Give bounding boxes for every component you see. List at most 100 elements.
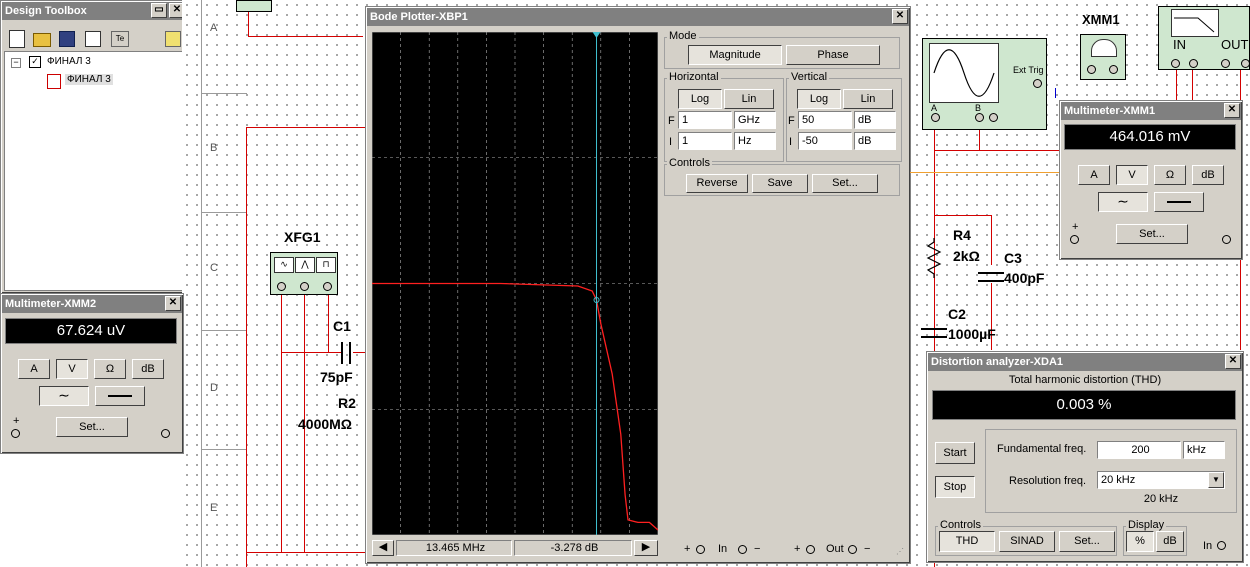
new-file-icon[interactable] — [9, 30, 25, 48]
xmm1-close-button[interactable]: ✕ — [1224, 103, 1240, 118]
horizontal-initial-unit[interactable]: Hz — [734, 132, 776, 150]
cursor-right-button[interactable]: ▶ — [634, 540, 658, 556]
xmm1-minus-terminal[interactable] — [1222, 235, 1231, 244]
xmm1-label: XMM1 — [1082, 12, 1120, 27]
channel-a-label: A — [931, 103, 938, 113]
sine-display-icon — [933, 49, 995, 97]
xmm1-ac-button[interactable]: ∼ — [1098, 192, 1148, 212]
xda-stop-button[interactable]: Stop — [935, 476, 975, 498]
multimeter-xmm1-icon[interactable] — [1080, 34, 1126, 80]
ac-wave-icon: ∼ — [58, 387, 70, 403]
bode-plot-screen[interactable] — [372, 32, 658, 535]
horizontal-final-input[interactable]: 1 — [678, 111, 732, 129]
phase-button[interactable]: Phase — [786, 45, 880, 65]
xfg1-label: XFG1 — [284, 229, 321, 245]
in-plus-terminal[interactable] — [696, 545, 705, 554]
xmm2-close-button[interactable]: ✕ — [165, 296, 181, 311]
toolbox-pin-button[interactable]: ▭ — [151, 3, 167, 18]
row-label-a: A — [210, 22, 218, 34]
tree-collapse-icon[interactable]: − — [11, 58, 21, 68]
vertical-initial-unit[interactable]: dB — [854, 132, 896, 150]
fundamental-freq-input[interactable]: 200 — [1097, 441, 1181, 459]
capacitor-c2-symbol[interactable] — [921, 328, 947, 340]
horizontal-lin-button[interactable]: Lin — [724, 89, 774, 109]
cursor-frequency-readout: 13.465 MHz — [396, 540, 512, 556]
xmm1-plus-terminal[interactable] — [1070, 235, 1079, 244]
vertical-final-unit[interactable]: dB — [854, 111, 896, 129]
bode-top-icon[interactable] — [236, 0, 272, 12]
bode-plotter-icon[interactable]: IN OUT — [1158, 6, 1250, 70]
xmm1-dc-button[interactable] — [1154, 192, 1204, 212]
xmm2-plus-terminal[interactable] — [11, 429, 20, 438]
row-label-d: D — [210, 382, 218, 394]
resistor-r4-symbol[interactable] — [926, 238, 942, 278]
cursor-left-button[interactable]: ◀ — [372, 540, 394, 556]
xda-set-button[interactable]: Set... — [1059, 531, 1115, 552]
horizontal-f-label: F — [668, 115, 675, 127]
xmm2-set-button[interactable]: Set... — [56, 417, 128, 437]
dc-line-icon — [1167, 201, 1191, 203]
capacitor-c3-symbol[interactable] — [978, 272, 1004, 284]
bode-save-button[interactable]: Save — [752, 174, 808, 193]
fundamental-freq-unit[interactable]: kHz — [1183, 441, 1225, 459]
xmm2-ac-button[interactable]: ∼ — [39, 386, 89, 406]
xmm2-ohmmeter-button[interactable]: Ω — [94, 359, 126, 379]
horizontal-log-button[interactable]: Log — [678, 89, 722, 109]
vertical-log-button[interactable]: Log — [797, 89, 841, 109]
function-generator-xfg1[interactable]: ∿ ⋀ ⊓ — [270, 252, 338, 295]
ext-trig-label: Ext Trig — [1013, 65, 1044, 75]
xda-in-terminal[interactable] — [1217, 541, 1226, 550]
save-icon[interactable] — [59, 31, 75, 47]
xmm2-ammeter-button[interactable]: A — [18, 359, 50, 379]
project-tree: − ✓ ФИНАЛ 3 ФИНАЛ 3 — [4, 51, 184, 291]
xmm1-ammeter-button[interactable]: A — [1078, 165, 1110, 185]
out-plus-terminal[interactable] — [806, 545, 815, 554]
tree-child-label[interactable]: ФИНАЛ 3 — [65, 74, 113, 85]
text-icon[interactable]: Te — [111, 31, 129, 47]
percent-display-button[interactable]: % — [1126, 531, 1154, 552]
xmm2-minus-terminal[interactable] — [161, 429, 170, 438]
sine-wave-icon: ∿ — [274, 257, 294, 273]
resolution-freq-select[interactable]: 20 kHz — [1097, 471, 1225, 489]
resize-grip-icon[interactable]: ⋰ — [896, 547, 904, 556]
fundamental-freq-label: Fundamental freq. — [997, 443, 1087, 455]
xmm2-voltmeter-button[interactable]: V — [56, 359, 88, 379]
multimeter-xmm1-window: Multimeter-XMM1 ✕ 464.016 mV A V Ω dB ∼ … — [1059, 100, 1243, 260]
xmm2-db-button[interactable]: dB — [132, 359, 164, 379]
xmm1-set-button[interactable]: Set... — [1116, 224, 1188, 244]
xmm1-db-button[interactable]: dB — [1192, 165, 1224, 185]
properties-icon[interactable] — [165, 31, 181, 47]
out-minus-terminal[interactable] — [848, 545, 857, 554]
bode-plotter-window: Bode Plotter-XBP1 ✕ Mode Magnitude Phase… — [365, 6, 911, 564]
xmm1-voltmeter-button[interactable]: V — [1116, 165, 1148, 185]
horizontal-final-unit[interactable]: GHz — [734, 111, 776, 129]
oscilloscope-xsc[interactable]: Ext Trig A B — [922, 38, 1047, 130]
xda-start-button[interactable]: Start — [935, 442, 975, 464]
vertical-lin-button[interactable]: Lin — [843, 89, 893, 109]
new-sheet-icon[interactable] — [85, 31, 101, 47]
capacitor-c1-symbol[interactable] — [339, 342, 353, 364]
vertical-final-input[interactable]: 50 — [798, 111, 852, 129]
db-display-button[interactable]: dB — [1156, 531, 1184, 552]
meter-dial-icon — [1091, 39, 1117, 57]
vertical-initial-input[interactable]: -50 — [798, 132, 852, 150]
resolution-dropdown-button[interactable]: ▼ — [1208, 472, 1224, 488]
xda-close-button[interactable]: ✕ — [1225, 354, 1241, 369]
multimeter-xmm2-window: Multimeter-XMM2 ✕ 67.624 uV A V Ω dB ∼ +… — [0, 293, 184, 454]
xmm1-ohmmeter-button[interactable]: Ω — [1154, 165, 1186, 185]
horizontal-initial-input[interactable]: 1 — [678, 132, 732, 150]
checkbox-icon[interactable]: ✓ — [29, 56, 41, 68]
bode-set-button[interactable]: Set... — [812, 174, 878, 193]
reverse-button[interactable]: Reverse — [686, 174, 748, 193]
magnitude-button[interactable]: Magnitude — [688, 45, 782, 65]
in-minus-terminal[interactable] — [738, 545, 747, 554]
cursor-gain-readout: -3.278 dB — [514, 540, 632, 556]
thd-mode-button[interactable]: THD — [939, 531, 995, 552]
bode-close-button[interactable]: ✕ — [892, 9, 908, 24]
xmm2-dc-button[interactable] — [95, 386, 145, 406]
tree-root-label[interactable]: ФИНАЛ 3 — [47, 56, 91, 67]
thd-value-display: 0.003 % — [932, 390, 1236, 420]
sinad-mode-button[interactable]: SINAD — [999, 531, 1055, 552]
open-folder-icon[interactable] — [33, 33, 51, 47]
horizontal-label: Horizontal — [667, 71, 721, 83]
